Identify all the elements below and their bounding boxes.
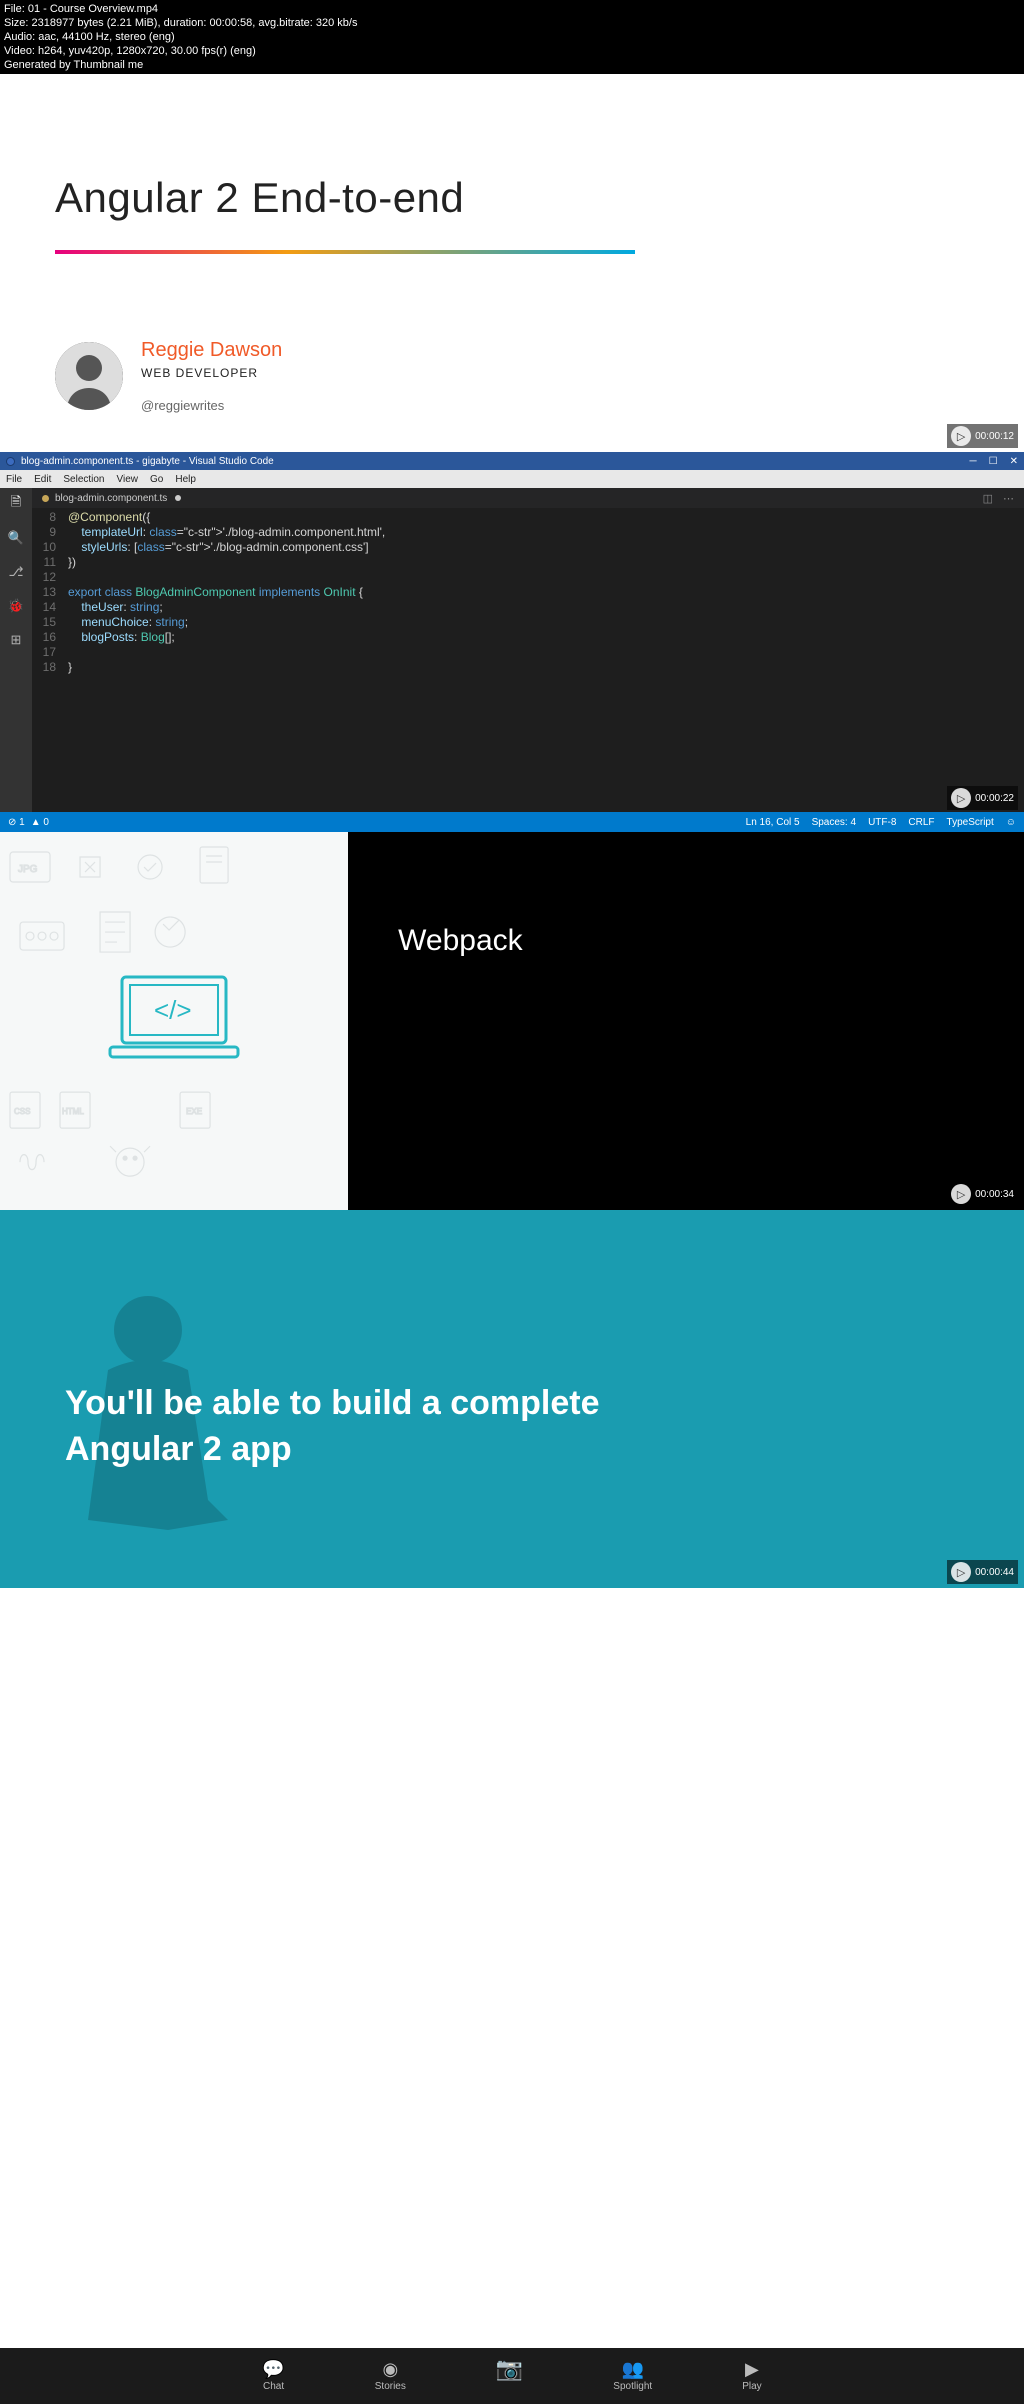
illustration-panel: JPG CSS HTML EXE </> <box>0 832 348 1210</box>
status-feedback-icon[interactable]: ☺ <box>1006 817 1016 828</box>
play-icon: ▷ <box>951 426 971 446</box>
menu-selection[interactable]: Selection <box>63 474 104 485</box>
timestamp: 00:00:22 <box>975 793 1014 804</box>
play-icon: ▷ <box>951 1184 971 1204</box>
timestamp: 00:00:12 <box>975 431 1014 442</box>
webpack-slide: JPG CSS HTML EXE </> Webpack ▷ <box>0 832 1024 1210</box>
git-icon[interactable]: ⎇ <box>6 562 26 582</box>
menu-bar[interactable]: File Edit Selection View Go Help <box>0 470 1024 488</box>
menu-help[interactable]: Help <box>175 474 196 485</box>
webpack-title-panel: Webpack <box>348 832 1024 1210</box>
stories-icon: ◉ <box>382 2360 398 2378</box>
menu-file[interactable]: File <box>6 474 22 485</box>
meta-audio: Audio: aac, 44100 Hz, stereo (eng) <box>4 30 1020 44</box>
promo-slide: You'll be able to build a complete Angul… <box>0 1210 1024 1588</box>
play-tab-icon: ▶ <box>745 2360 759 2378</box>
status-encoding[interactable]: UTF-8 <box>868 817 896 828</box>
status-warnings[interactable]: ▲ 0 <box>31 817 49 828</box>
author-name: Reggie Dawson <box>141 339 282 362</box>
timestamp: 00:00:34 <box>975 1189 1014 1200</box>
menu-edit[interactable]: Edit <box>34 474 51 485</box>
timestamp: 00:00:44 <box>975 1567 1014 1578</box>
bottom-nav-bar[interactable]: 💬 Chat ◉ Stories 📷 👥 Spotlight ▶ Play <box>0 2348 1024 2404</box>
vscode-slide: blog-admin.component.ts - gigabyte - Vis… <box>0 452 1024 832</box>
svg-text:CSS: CSS <box>14 1107 30 1116</box>
play-icon: ▷ <box>951 1562 971 1582</box>
nav-spotlight[interactable]: 👥 Spotlight <box>613 2360 652 2392</box>
meta-generator: Generated by Thumbnail me <box>4 58 1020 72</box>
video-metadata: File: 01 - Course Overview.mp4 Size: 231… <box>0 0 1024 74</box>
debug-icon[interactable]: 🐞 <box>6 596 26 616</box>
editor[interactable]: blog-admin.component.ts ◫ ⋯ 8@Component(… <box>32 488 1024 812</box>
author-avatar <box>55 342 123 410</box>
status-errors[interactable]: ⊘ 1 <box>8 817 25 828</box>
files-icon[interactable]: 🗎 <box>6 494 26 514</box>
nav-play[interactable]: ▶ Play <box>742 2360 761 2392</box>
status-bar[interactable]: ⊘ 1 ▲ 0 Ln 16, Col 5 Spaces: 4 UTF-8 CRL… <box>0 812 1024 832</box>
nav-stories[interactable]: ◉ Stories <box>375 2360 406 2392</box>
chat-icon: 💬 <box>262 2360 284 2378</box>
more-icon[interactable]: ⋯ <box>1003 492 1014 505</box>
tab-file-icon <box>42 495 49 502</box>
split-editor-icon[interactable]: ◫ <box>983 492 993 505</box>
title-underline <box>55 250 635 254</box>
course-title: Angular 2 End-to-end <box>55 174 969 222</box>
menu-view[interactable]: View <box>117 474 139 485</box>
window-titlebar[interactable]: blog-admin.component.ts - gigabyte - Vis… <box>0 452 1024 470</box>
status-lang[interactable]: TypeScript <box>947 817 994 828</box>
tab-filename: blog-admin.component.ts <box>55 493 167 504</box>
window-max-icon[interactable]: ☐ <box>989 456 998 467</box>
svg-text:JPG: JPG <box>18 864 38 875</box>
webpack-title: Webpack <box>398 924 523 958</box>
window-close-icon[interactable]: ✕ <box>1010 456 1018 467</box>
title-slide: Angular 2 End-to-end Reggie Dawson WEB D… <box>0 74 1024 452</box>
svg-text:</>: </> <box>154 995 192 1025</box>
editor-tab[interactable]: blog-admin.component.ts ◫ ⋯ <box>32 488 1024 508</box>
timestamp-badge: ▷ 00:00:22 <box>947 786 1018 810</box>
tab-modified-icon <box>175 495 181 501</box>
author-role: WEB DEVELOPER <box>141 366 282 380</box>
window-title: blog-admin.component.ts - gigabyte - Vis… <box>21 456 274 467</box>
extensions-icon[interactable]: ⊞ <box>6 630 26 650</box>
svg-text:EXE: EXE <box>186 1107 202 1116</box>
laptop-icon: </> <box>104 971 244 1071</box>
timestamp-badge: ▷ 00:00:12 <box>947 424 1018 448</box>
author-block: Reggie Dawson WEB DEVELOPER @reggiewrite… <box>55 339 969 413</box>
search-icon[interactable]: 🔍 <box>6 528 26 548</box>
author-handle: @reggiewrites <box>141 398 282 413</box>
timestamp-badge: ▷ 00:00:44 <box>947 1560 1018 1584</box>
play-icon: ▷ <box>951 788 971 808</box>
nav-camera[interactable]: 📷 <box>496 2360 523 2392</box>
status-eol[interactable]: CRLF <box>908 817 934 828</box>
camera-icon: 📷 <box>496 2360 523 2378</box>
status-spaces[interactable]: Spaces: 4 <box>812 817 856 828</box>
status-ln-col[interactable]: Ln 16, Col 5 <box>746 817 800 828</box>
meta-file: File: 01 - Course Overview.mp4 <box>4 2 1020 16</box>
menu-go[interactable]: Go <box>150 474 163 485</box>
app-icon <box>6 457 15 466</box>
timestamp-badge: ▷ 00:00:34 <box>947 1182 1018 1206</box>
blank-area: 💬 Chat ◉ Stories 📷 👥 Spotlight ▶ Play <box>0 1588 1024 2404</box>
code-area[interactable]: 8@Component({9 templateUrl: class="c-str… <box>32 508 1024 675</box>
meta-size: Size: 2318977 bytes (2.21 MiB), duration… <box>4 16 1020 30</box>
spotlight-icon: 👥 <box>622 2360 644 2378</box>
svg-text:HTML: HTML <box>62 1107 84 1116</box>
nav-chat[interactable]: 💬 Chat <box>262 2360 284 2392</box>
activity-bar[interactable]: 🗎 🔍 ⎇ 🐞 ⊞ <box>0 488 32 812</box>
promo-text: You'll be able to build a complete Angul… <box>65 1380 625 1472</box>
window-min-icon[interactable]: ─ <box>970 456 977 467</box>
meta-video: Video: h264, yuv420p, 1280x720, 30.00 fp… <box>4 44 1020 58</box>
